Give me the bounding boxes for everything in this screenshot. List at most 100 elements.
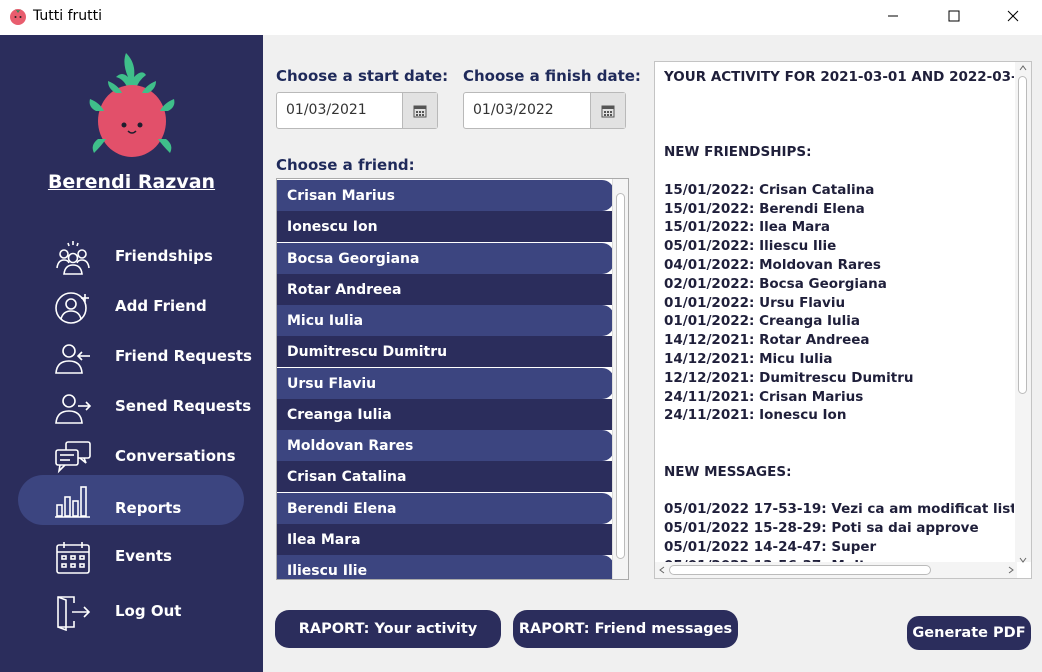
list-item[interactable]: Iliescu Ilie <box>277 555 614 579</box>
sidebar-item-reports[interactable]: Reports <box>18 475 244 525</box>
report-line: 15/01/2022: Ilea Mara <box>664 219 831 236</box>
sidebar-item-label: Friend Requests <box>115 347 252 365</box>
start-date-calendar-button[interactable] <box>402 93 437 128</box>
report-line <box>664 444 1014 463</box>
scroll-down-icon[interactable] <box>1019 556 1027 564</box>
sidebar-item-label: Events <box>115 547 172 565</box>
finish-date-calendar-button[interactable] <box>590 93 625 128</box>
report-vertical-scrollbar[interactable] <box>1015 62 1031 564</box>
scroll-right-icon[interactable] <box>1007 566 1015 574</box>
sidebar-item-friendships[interactable]: Friendships <box>18 232 244 282</box>
report-line: 01/01/2022: Ursu Flaviu <box>664 294 846 311</box>
report-horizontal-scrollbar[interactable] <box>655 562 1017 578</box>
minimize-icon <box>888 15 898 17</box>
friends-scrollbar[interactable] <box>612 179 628 579</box>
incoming-request-icon <box>55 344 90 374</box>
chat-bubbles-icon <box>55 441 91 474</box>
report-line <box>664 87 1014 106</box>
report-hscroll-thumb[interactable] <box>669 565 931 575</box>
report-line: NEW FRIENDSHIPS: <box>664 144 812 161</box>
calendar-icon <box>413 105 427 117</box>
sidebar-item-label: Add Friend <box>115 297 207 315</box>
report-line: 05/01/2022 17-53-19: Vezi ca am modifica… <box>664 501 1014 518</box>
scroll-left-icon[interactable] <box>658 566 666 574</box>
report-line: 14/12/2021: Rotar Andreea <box>664 332 870 349</box>
report-line: 15/01/2022: Berendi Elena <box>664 200 865 217</box>
list-item[interactable]: Ilea Mara <box>277 524 614 555</box>
report-line: 02/01/2022: Bocsa Georgiana <box>664 275 887 292</box>
bar-chart-icon <box>55 486 90 518</box>
finish-date-label: Choose a finish date: <box>463 67 641 85</box>
finish-date-picker[interactable]: 01/03/2022 <box>463 92 626 129</box>
sidebar-item-sent-requests[interactable]: Sened Requests <box>18 382 251 432</box>
dragonfruit-logo-icon <box>89 53 175 157</box>
people-group-icon <box>56 241 90 275</box>
report-line: 05/01/2022: Iliescu Ilie <box>664 238 837 255</box>
logout-icon <box>57 596 91 631</box>
report-friend-messages-button[interactable]: RAPORT: Friend messages <box>513 610 738 648</box>
app-logo-icon <box>10 9 26 25</box>
report-line: 04/01/2022: Moldovan Rares <box>664 256 881 273</box>
maximize-button[interactable] <box>931 0 977 32</box>
close-icon <box>1007 10 1019 22</box>
scroll-up-icon[interactable] <box>1019 64 1027 72</box>
sidebar-item-label: Sened Requests <box>115 397 252 415</box>
list-item[interactable]: Dumitrescu Dumitru <box>277 336 614 367</box>
list-item[interactable]: Creanga Iulia <box>277 399 614 430</box>
list-item[interactable]: Crisan Marius <box>277 180 614 211</box>
sidebar-item-log-out[interactable]: Log Out <box>18 587 244 637</box>
list-item[interactable]: Berendi Elena <box>277 493 614 524</box>
list-item[interactable]: Bocsa Georgiana <box>277 243 614 274</box>
report-line: 24/11/2021: Ionescu Ion <box>664 407 847 424</box>
minimize-button[interactable] <box>870 0 916 32</box>
window-title: Tutti frutti <box>33 8 103 24</box>
report-line: 05/01/2022 15-28-29: Poti sa dai approve <box>664 520 979 537</box>
report-text-area[interactable]: YOUR ACTIVITY FOR 2021-03-01 AND 2022-03… <box>654 61 1032 579</box>
report-activity-button[interactable]: RAPORT: Your activity <box>275 610 501 648</box>
list-item[interactable]: Ionescu Ion <box>277 211 614 242</box>
calendar-icon <box>56 542 90 574</box>
list-item[interactable]: Rotar Andreea <box>277 274 614 305</box>
report-line: 12/12/2021: Dumitrescu Dumitru <box>664 369 914 386</box>
report-vscroll-thumb[interactable] <box>1018 76 1027 394</box>
add-user-icon <box>55 292 89 324</box>
report-line <box>664 124 1014 143</box>
friends-list[interactable]: Crisan Marius Ionescu Ion Bocsa Georgian… <box>276 178 629 580</box>
report-line: 01/01/2022: Creanga Iulia <box>664 313 861 330</box>
sidebar-item-label: Log Out <box>115 602 182 620</box>
sidebar-item-label: Friendships <box>115 247 213 265</box>
report-line: YOUR ACTIVITY FOR 2021-03-01 AND 2022-03… <box>664 69 1014 85</box>
sidebar-item-add-friend[interactable]: Add Friend <box>18 282 244 332</box>
start-date-value[interactable]: 01/03/2021 <box>286 102 367 118</box>
report-line: 05/01/2022 14-24-47: Super <box>664 538 877 555</box>
finish-date-value[interactable]: 01/03/2022 <box>473 102 554 118</box>
profile-username[interactable]: Berendi Razvan <box>0 171 263 193</box>
report-line <box>664 106 1014 125</box>
friends-scrollbar-thumb[interactable] <box>616 193 625 559</box>
outgoing-request-icon <box>55 394 92 424</box>
report-line: 14/12/2021: Micu Iulia <box>664 350 833 367</box>
report-line <box>664 425 1014 444</box>
sidebar: Berendi Razvan Friendships Add Friend Fr… <box>0 35 263 672</box>
sidebar-item-friend-requests[interactable]: Friend Requests <box>18 332 252 382</box>
maximize-icon <box>948 10 960 22</box>
start-date-picker[interactable]: 01/03/2021 <box>276 92 438 129</box>
generate-pdf-button[interactable]: Generate PDF <box>907 616 1031 650</box>
list-item[interactable]: Moldovan Rares <box>277 430 614 461</box>
report-line: NEW MESSAGES: <box>664 463 792 480</box>
sidebar-item-events[interactable]: Events <box>18 532 244 582</box>
report-line: 24/11/2021: Crisan Marius <box>664 388 864 405</box>
report-line: 15/01/2022: Crisan Catalina <box>664 181 875 198</box>
close-button[interactable] <box>990 0 1036 32</box>
title-bar: Tutti frutti <box>0 0 1042 35</box>
report-line <box>664 482 1014 501</box>
list-item[interactable]: Micu Iulia <box>277 305 614 336</box>
list-item[interactable]: Crisan Catalina <box>277 461 614 492</box>
report-line <box>664 162 1014 181</box>
report-content: YOUR ACTIVITY FOR 2021-03-01 AND 2022-03… <box>664 68 1014 576</box>
start-date-label: Choose a start date: <box>276 67 449 85</box>
friend-select-label: Choose a friend: <box>276 156 415 174</box>
list-item[interactable]: Ursu Flaviu <box>277 368 614 399</box>
calendar-icon <box>601 105 615 117</box>
sidebar-item-label: Reports <box>115 499 182 517</box>
